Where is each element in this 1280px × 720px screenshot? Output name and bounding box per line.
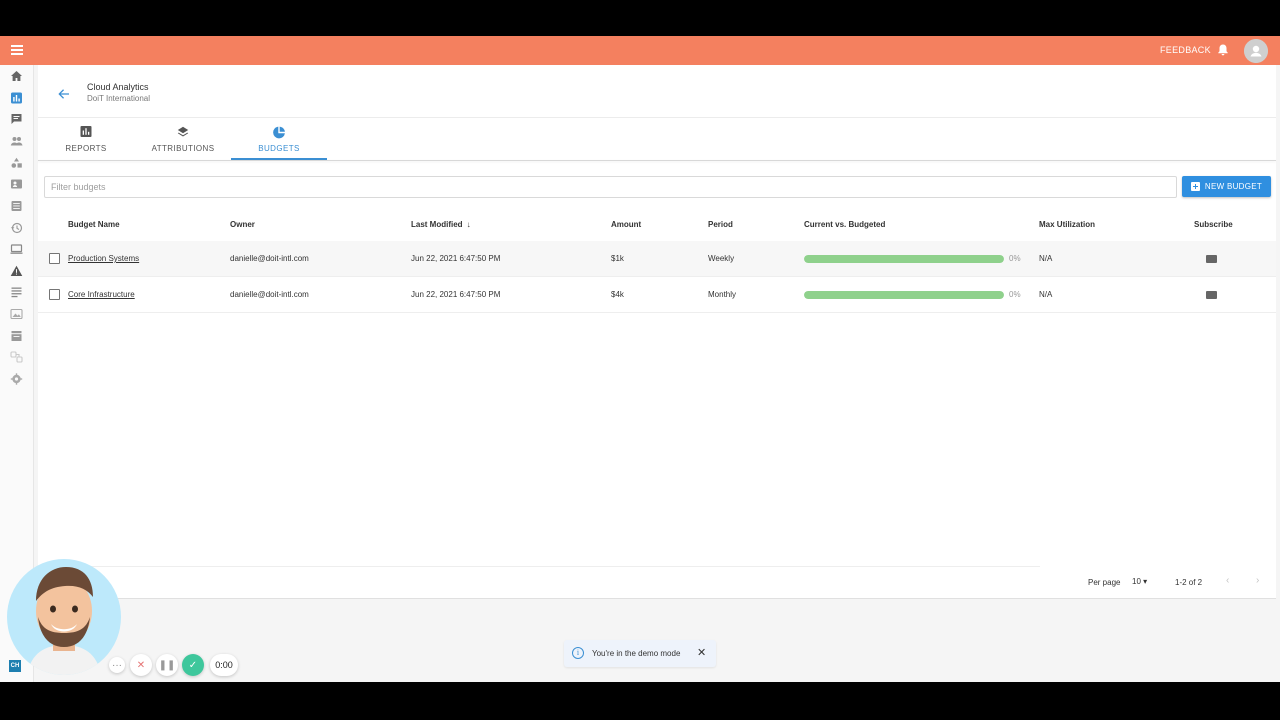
last-modified-cell: Jun 22, 2021 6:47:50 PM [411,290,501,299]
mail-icon[interactable] [1206,291,1217,299]
amount-cell: $1k [611,254,624,263]
max-utilization-cell: N/A [1039,290,1053,299]
store-icon[interactable] [10,330,23,342]
next-page-icon[interactable]: › [1256,575,1268,587]
presenter-avatar [27,567,101,675]
previous-page-icon[interactable]: ‹ [1226,575,1238,587]
contacts-icon[interactable] [10,178,23,190]
budgets-panel: Cloud Analytics DoiT International REPOR… [38,65,1276,599]
history-icon[interactable] [10,222,23,234]
column-header-subscribe: Subscribe [1194,220,1233,229]
pie-chart-icon [273,126,285,139]
tab-reports-label: REPORTS [65,144,107,153]
tab-attributions-label: ATTRIBUTIONS [151,144,215,153]
users-icon[interactable] [10,135,23,147]
info-icon: i [572,647,584,659]
owner-cell: danielle@doit-intl.com [230,290,309,299]
column-header-budget-name[interactable]: Budget Name [68,220,120,229]
add-icon [1190,182,1200,191]
utilization-progress-bar [804,291,1004,299]
table-row: Core Infrastructure danielle@doit-intl.c… [38,277,1276,313]
breadcrumb-subtitle: DoiT International [87,94,150,103]
finish-recording-icon[interactable]: ✓ [182,654,204,676]
close-icon[interactable]: ✕ [697,647,706,659]
list-icon[interactable] [10,200,23,212]
utilization-percent: 0% [1009,254,1021,263]
column-header-last-modified[interactable]: Last Modified ↓ [411,220,471,229]
extension-badge: CH [9,660,21,672]
assets-icon[interactable] [10,157,23,169]
settings-icon[interactable] [10,373,23,385]
row-checkbox[interactable] [49,253,60,264]
notes-icon[interactable] [10,286,23,298]
table-row: Production Systems danielle@doit-intl.co… [38,241,1276,277]
layers-icon [177,126,189,137]
image-icon[interactable] [10,308,23,320]
owner-cell: danielle@doit-intl.com [230,254,309,263]
bell-icon[interactable] [1216,43,1230,57]
amount-cell: $4k [611,290,624,299]
utilization-percent: 0% [1009,290,1021,299]
more-options-icon[interactable]: ··· [109,657,125,673]
new-budget-label: NEW BUDGET [1204,182,1263,191]
warning-icon[interactable] [10,265,23,277]
utilization-progress-bar [804,255,1004,263]
utilization-progress-fill [804,255,1004,263]
budget-name-link[interactable]: Production Systems [68,254,139,263]
budget-name-link[interactable]: Core Infrastructure [68,290,135,299]
new-budget-button[interactable]: NEW BUDGET [1182,176,1271,197]
tab-reports[interactable]: REPORTS [54,123,118,160]
max-utilization-cell: N/A [1039,254,1053,263]
period-cell: Weekly [708,254,735,263]
column-header-period[interactable]: Period [708,220,733,229]
period-cell: Monthly [708,290,737,299]
app-screen: FEEDBACK Cloud Analytics DoiT Internatio… [0,36,1280,682]
cancel-recording-icon[interactable]: ✕ [130,654,152,676]
pagination-divider [38,566,1040,567]
column-header-current-vs-budgeted[interactable]: Current vs. Budgeted [804,220,885,229]
per-page-select[interactable]: 10 ▾ [1132,577,1147,586]
sort-descending-icon: ↓ [466,220,471,229]
last-modified-cell: Jun 22, 2021 6:47:50 PM [411,254,501,263]
chevron-down-icon: ▾ [1143,577,1148,586]
chat-icon[interactable] [10,113,23,125]
tab-budgets[interactable]: BUDGETS [231,123,327,160]
webcam-bubble[interactable] [7,559,121,675]
back-arrow-icon[interactable] [57,87,71,101]
feedback-button[interactable]: FEEDBACK [1160,45,1211,55]
user-avatar[interactable] [1244,39,1268,63]
row-checkbox[interactable] [49,289,60,300]
column-header-amount[interactable]: Amount [611,220,641,229]
bar-chart-icon [80,126,92,137]
filter-budgets-input[interactable] [44,176,1177,198]
column-header-owner[interactable]: Owner [230,220,255,229]
laptop-icon[interactable] [10,243,23,255]
utilization-progress-fill [804,291,1004,299]
top-app-bar: FEEDBACK [0,36,1280,65]
tabs-top-divider [38,117,1276,118]
analytics-icon[interactable] [10,92,23,104]
demo-mode-text: You're in the demo mode [592,649,681,658]
mail-icon[interactable] [1206,255,1217,263]
integration-icon[interactable] [10,351,23,363]
tab-attributions[interactable]: ATTRIBUTIONS [140,123,226,160]
demo-mode-toast: i You're in the demo mode ✕ [564,640,716,667]
per-page-label: Per page [1088,578,1121,587]
menu-icon[interactable] [9,43,25,59]
pagination-range: 1-2 of 2 [1175,578,1203,587]
home-icon[interactable] [10,70,23,82]
per-page-value: 10 [1132,577,1141,586]
breadcrumb-title: Cloud Analytics [87,82,149,92]
tab-budgets-label: BUDGETS [258,144,300,153]
pause-icon[interactable]: ❚❚ [156,654,178,676]
column-header-last-modified-label: Last Modified [411,220,463,229]
recording-timer: 0:00 [210,654,238,676]
column-header-max-utilization[interactable]: Max Utilization [1039,220,1095,229]
tabs-bottom-divider [38,160,1276,161]
